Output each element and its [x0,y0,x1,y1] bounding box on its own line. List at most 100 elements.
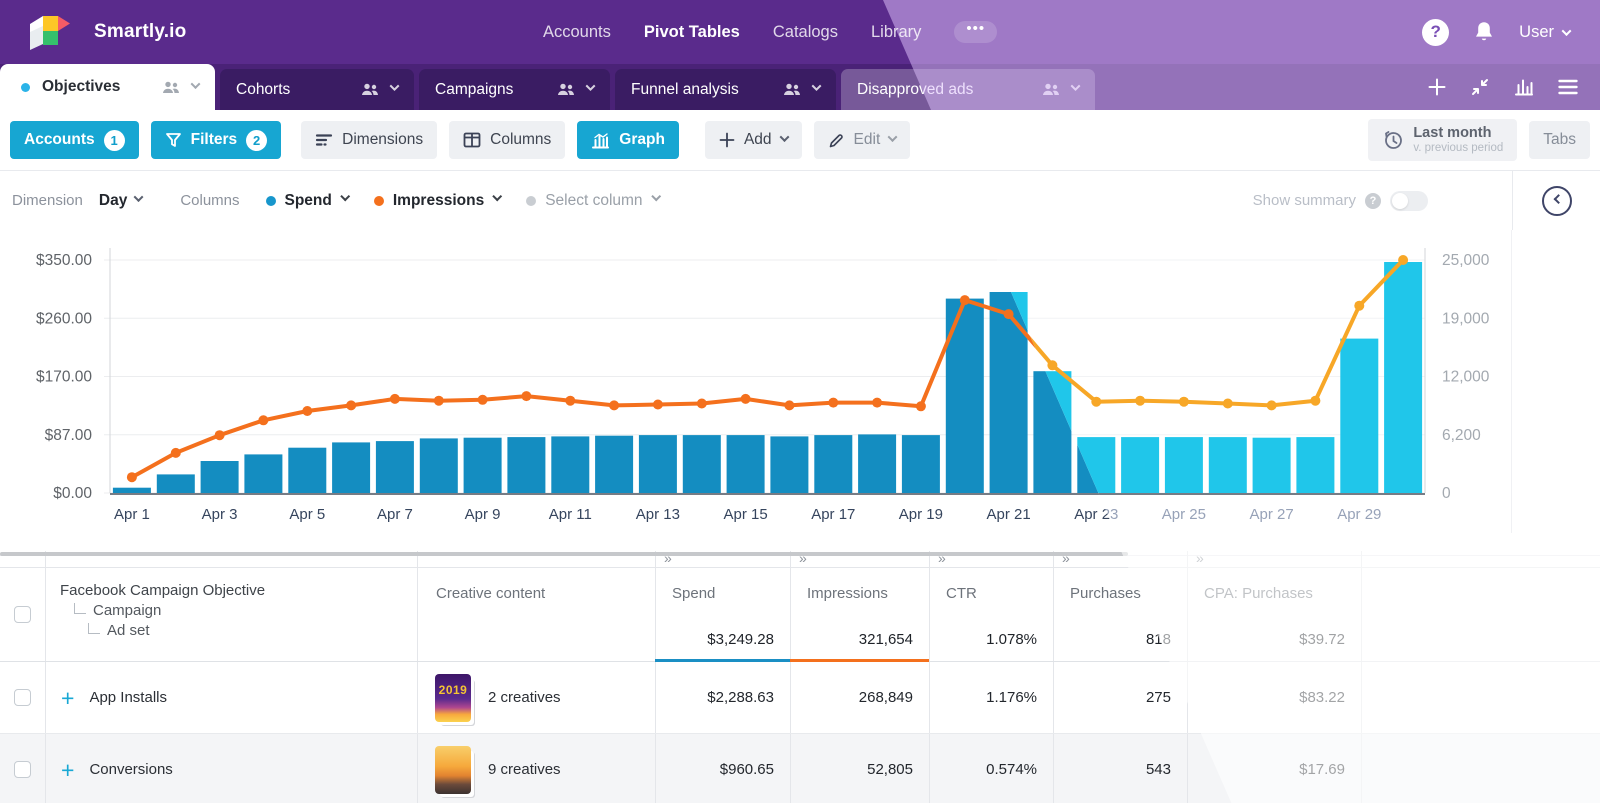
graph-icon [591,132,610,149]
column-header-label[interactable]: Impressions [807,585,913,602]
period-title: Last month [1413,125,1503,142]
creative-content-header: Creative content [436,585,545,602]
more-menu-icon[interactable]: ••• [954,21,997,43]
pencil-icon [828,132,845,149]
series-label: Select column [545,192,642,210]
chart-view-icon[interactable] [1514,78,1534,96]
tab-campaigns[interactable]: Campaigns [419,69,610,110]
edit-button[interactable]: Edit [814,121,911,159]
user-menu[interactable]: User [1519,23,1570,42]
objective-name: Conversions [89,761,172,778]
add-label: Add [744,131,772,149]
svg-text:Apr 13: Apr 13 [636,506,680,523]
header-cell-impressions: Impressions 321,654 [790,568,929,661]
people-icon [361,83,379,96]
cell-purchases: 543 [1146,761,1171,778]
tab-objectives[interactable]: Objectives [0,64,215,110]
accounts-button[interactable]: Accounts 1 [10,121,139,159]
smartly-pivot-tables-page: Smartly.io AccountsPivot TablesCatalogsL… [0,0,1600,803]
tabs-button[interactable]: Tabs [1529,121,1590,159]
select-all-checkbox[interactable] [14,606,31,623]
column-expand-icon[interactable]: » [1188,551,1361,566]
objective-header: Facebook Campaign Objective Campaign Ad … [46,568,417,641]
header-cell-cpa: CPA: Purchases $39.72 [1187,568,1361,661]
nav-item-accounts[interactable]: Accounts [543,23,611,42]
header-ad-set: Ad set [88,621,417,641]
creative-count: 9 creatives [488,761,561,778]
column-header-label[interactable]: CPA: Purchases [1204,585,1345,602]
dimension-select[interactable]: Day [99,192,142,210]
column-summary-value: 818 [1146,631,1171,648]
table-row-conversions[interactable]: + Conversions 9 creatives $960.65 52,805 0.… [0,734,1600,803]
dimensions-button[interactable]: Dimensions [301,121,437,159]
row-checkbox[interactable] [14,761,31,778]
row-checkbox-cell [0,734,45,803]
chevron-down-icon [586,81,596,91]
edit-label: Edit [854,131,881,149]
collapse-panel-button[interactable] [1542,186,1572,216]
table-header-row: Facebook Campaign Objective Campaign Ad … [0,568,1600,662]
people-icon [162,81,180,94]
svg-text:Apr 7: Apr 7 [377,506,413,523]
tab-funnel-analysis[interactable]: Funnel analysis [615,69,836,110]
combo-chart-svg: Apr 1Apr 3Apr 5Apr 7Apr 9Apr 11Apr 13Apr… [0,230,1600,545]
filters-button[interactable]: Filters 2 [151,121,282,159]
tab-label: Objectives [42,78,120,96]
column-header-label[interactable]: Purchases [1070,585,1171,602]
graph-button[interactable]: Graph [577,121,679,159]
column-header-label[interactable]: Spend [672,585,774,602]
add-button[interactable]: Add [705,121,802,159]
notifications-bell-icon[interactable] [1473,20,1495,44]
expand-row-icon[interactable]: + [61,760,74,780]
creative-thumbnail[interactable] [435,746,471,794]
cell-spend: $960.65 [720,761,774,778]
active-tab-dot-icon [21,83,30,92]
nav-item-catalogs[interactable]: Catalogs [773,23,838,42]
series-spend-dropdown[interactable]: Spend [266,192,348,210]
table-scrollbar-thumb[interactable] [0,552,1128,556]
header-cell-spend: Spend $3,249.28 [655,568,790,661]
columns-button[interactable]: Columns [449,121,565,159]
pivot-table-body: »»»»» Facebook Campaign Objective Campai… [0,551,1600,803]
people-icon [1042,83,1060,96]
svg-text:Apr 9: Apr 9 [465,506,501,523]
menu-icon[interactable] [1558,79,1578,95]
chevron-down-icon [492,191,502,201]
report-tab-bar: Objectives Cohorts Campaigns Funnel analysi… [0,64,1600,110]
nav-item-library[interactable]: Library [871,23,921,42]
toolbar-right: Last month v. previous period Tabs [1368,119,1590,161]
header-cell-filler [1361,568,1600,661]
pivot-table: »»»»» Facebook Campaign Objective Campai… [0,551,1600,803]
tab-cohorts[interactable]: Cohorts [220,69,414,110]
chevron-down-icon [1071,81,1081,91]
series-select-column-dropdown[interactable]: Select column [526,192,658,210]
cell-spend: $2,288.63 [655,662,790,733]
series-impressions-dropdown[interactable]: Impressions [374,192,500,210]
row-checkbox[interactable] [14,689,31,706]
filters-count-badge: 2 [246,130,267,151]
tab-label: Cohorts [236,81,290,99]
creative-thumbnail[interactable]: 2019 [435,674,471,722]
column-header-label[interactable]: CTR [946,585,1037,602]
svg-text:Apr 29: Apr 29 [1337,506,1381,523]
help-icon[interactable]: ? [1422,19,1449,46]
table-row-app-installs[interactable]: + App Installs2019 2 creatives$2,288.632… [0,662,1600,734]
expand-row-icon[interactable]: + [61,688,74,708]
series-chips: Spend Impressions Select column [240,192,659,210]
add-tab-icon[interactable] [1428,78,1446,96]
cell-impressions: 52,805 [867,761,913,778]
cell-ctr: 0.574% [986,761,1037,778]
series-color-dot-icon [374,196,384,206]
collapse-view-icon[interactable] [1470,77,1490,97]
date-range-button[interactable]: Last month v. previous period [1368,119,1517,161]
tab-label: Funnel analysis [631,81,739,99]
cell-ctr: 1.176% [986,689,1037,706]
columns-picker-label: Columns [180,192,239,209]
chevron-down-icon [134,192,144,202]
svg-text:Apr 17: Apr 17 [811,506,855,523]
show-summary-toggle[interactable] [1390,191,1428,211]
nav-item-pivot-tables[interactable]: Pivot Tables [644,23,740,42]
report-tabs: Objectives Cohorts Campaigns Funnel analysi… [0,64,1095,110]
header-cell-ctr: CTR 1.078% [929,568,1053,661]
tab-disapproved-ads[interactable]: Disapproved ads [841,69,1095,110]
